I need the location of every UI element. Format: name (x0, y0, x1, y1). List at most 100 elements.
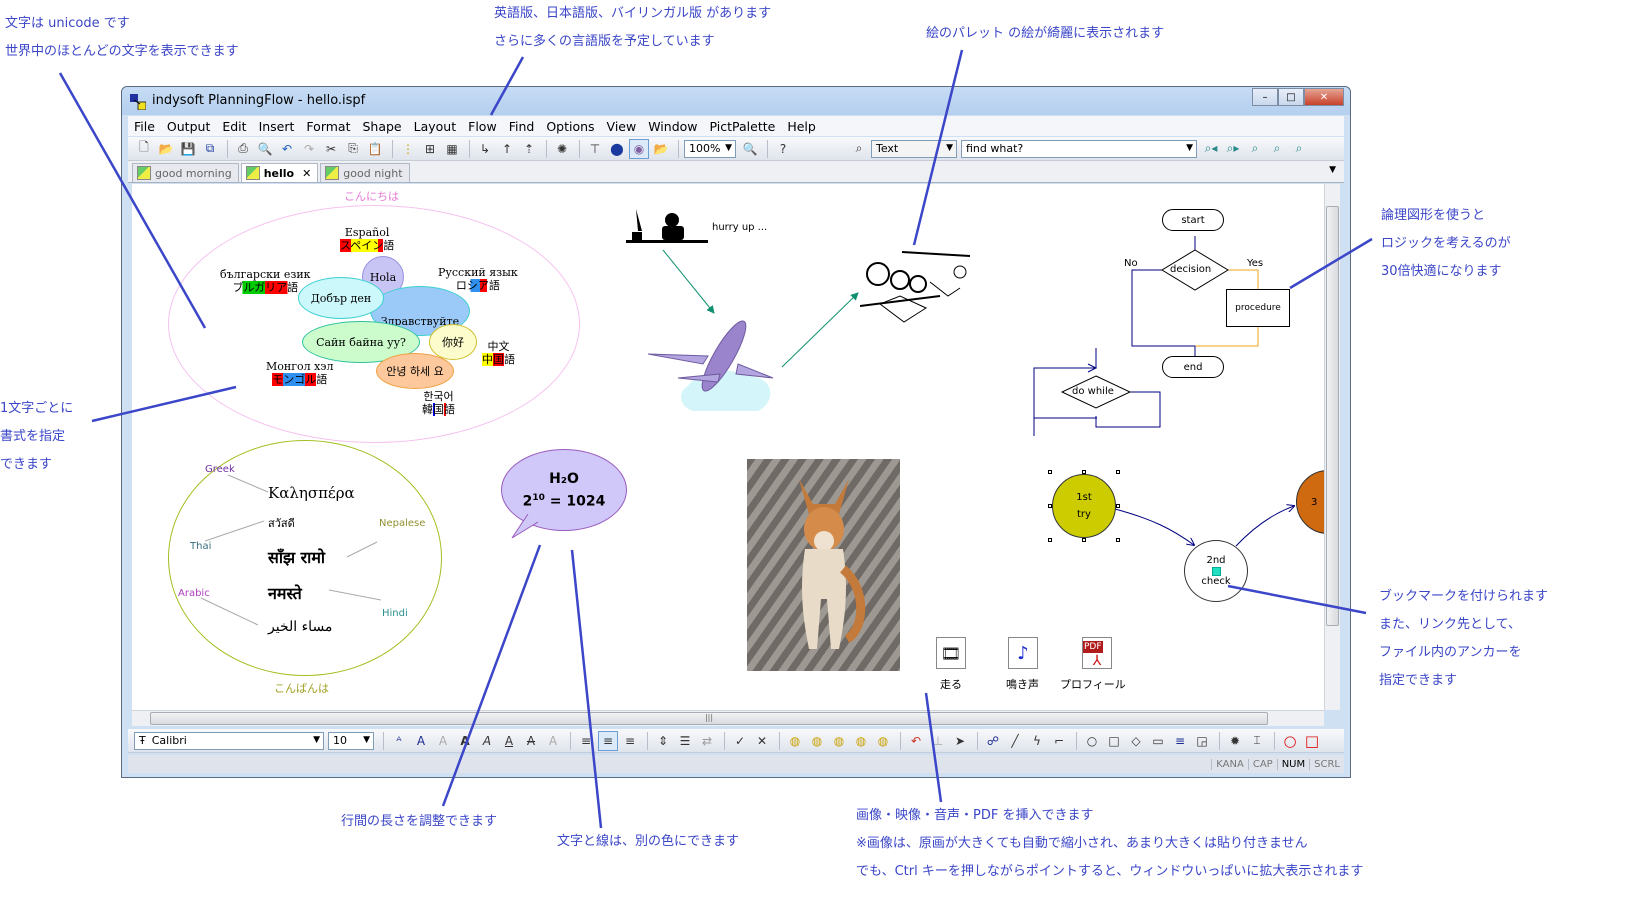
menu-file[interactable]: File (134, 119, 155, 134)
line-style-icon[interactable]: ☰ (675, 731, 695, 751)
node-2nd-check[interactable]: 2nd check (1184, 540, 1248, 602)
find-all-icon[interactable]: ⌕ (1245, 139, 1265, 159)
flow-procedure[interactable]: procedure (1226, 289, 1290, 327)
menu-find[interactable]: Find (509, 119, 535, 134)
bookmark-icon[interactable] (1211, 566, 1221, 576)
elbow-line-icon[interactable]: ⌐ (1049, 731, 1069, 751)
airplane-picture-icon[interactable] (648, 316, 780, 416)
open-icon[interactable]: 📂 (156, 139, 176, 159)
menu-help[interactable]: Help (787, 119, 816, 134)
explode-icon[interactable]: ✺ (552, 139, 572, 159)
underline-icon[interactable]: A (499, 731, 519, 751)
text-color-icon[interactable]: ◍ (785, 731, 805, 751)
film-file-icon[interactable]: 🎞 (936, 637, 966, 669)
flow-decision-label[interactable]: decision (1170, 264, 1211, 275)
zoom-in-icon[interactable]: 🔍 (740, 139, 760, 159)
cut-icon[interactable]: ✂ (321, 139, 341, 159)
link-undo-icon[interactable]: ↶ (906, 731, 926, 751)
line-spacing-icon[interactable]: ⇕ (653, 731, 673, 751)
font-shrink-icon[interactable]: ᴬ (389, 731, 409, 751)
font-size-select[interactable]: 10 ▼ (328, 731, 374, 750)
abc-icon[interactable]: ⬤ (607, 139, 627, 159)
strikethrough-icon[interactable]: A (521, 731, 541, 751)
menu-window[interactable]: Window (648, 119, 697, 134)
italic-icon[interactable]: A (477, 731, 497, 751)
menu-flow[interactable]: Flow (468, 119, 497, 134)
superscript-icon[interactable]: A (543, 731, 563, 751)
find-options-icon[interactable]: ⌕ (1289, 139, 1309, 159)
find-previous-icon[interactable]: ⌕◂ (1201, 139, 1221, 159)
menu-options[interactable]: Options (546, 119, 594, 134)
align-left-icon[interactable]: ≡ (576, 731, 596, 751)
rectangle-shape-icon[interactable]: □ (1104, 731, 1124, 751)
maximize-button[interactable]: □ (1278, 88, 1304, 106)
minimize-button[interactable]: – (1252, 88, 1278, 106)
find-next-icon[interactable]: ⌕▸ (1223, 139, 1243, 159)
text-bg-color-icon[interactable]: ◍ (807, 731, 827, 751)
menu-view[interactable]: View (607, 119, 637, 134)
line-color-icon[interactable]: ◍ (829, 731, 849, 751)
font-reset-icon[interactable]: A (433, 731, 453, 751)
red-circle-icon[interactable]: ○ (1280, 731, 1300, 751)
diamond-shape-icon[interactable]: ◇ (1126, 731, 1146, 751)
selection-handles[interactable] (1048, 470, 1120, 542)
music-file-icon[interactable]: ♪ (1008, 637, 1038, 669)
flow-right-icon[interactable]: ↳ (475, 139, 495, 159)
bars-shape-icon[interactable]: ▭ (1148, 731, 1168, 751)
search-type-select[interactable]: Text ▼ (871, 139, 957, 158)
vertical-scroll-thumb[interactable] (1326, 206, 1339, 626)
cross-icon[interactable]: ✕ (752, 731, 772, 751)
drawing-canvas[interactable]: こんにちは Hola Здравствуйте Добър ден Сайн б… (132, 184, 1324, 710)
find-icon[interactable]: ⌕ (849, 139, 869, 159)
distribute-icon[interactable]: ⊞ (420, 139, 440, 159)
ellipse-shape-icon[interactable]: ○ (1082, 731, 1102, 751)
connector-icon[interactable]: ☍ (983, 731, 1003, 751)
menu-shape[interactable]: Shape (362, 119, 401, 134)
flow-up-icon[interactable]: ↑ (497, 139, 517, 159)
align-center-icon[interactable]: ≡ (598, 730, 618, 751)
tab-good-morning[interactable]: good morning (132, 163, 239, 182)
close-button[interactable]: ✕ (1304, 88, 1344, 106)
find-bookmark-icon[interactable]: ⌕ (1267, 139, 1287, 159)
folder-tools-icon[interactable]: 📂 (651, 139, 671, 159)
copy-icon[interactable]: ⎘ (343, 139, 363, 159)
align-vertical-icon[interactable]: ⋮ (398, 139, 418, 159)
print-preview-icon[interactable]: 🔍 (255, 139, 275, 159)
zigzag-line-icon[interactable]: ϟ (1027, 731, 1047, 751)
horizontal-scrollbar[interactable]: ||| (132, 710, 1324, 726)
menu-layout[interactable]: Layout (414, 119, 457, 134)
undo-icon[interactable]: ↶ (277, 139, 297, 159)
paste-icon[interactable]: 📋 (365, 139, 385, 159)
menu-format[interactable]: Format (306, 119, 350, 134)
horizontal-scroll-thumb[interactable]: ||| (150, 712, 1268, 725)
tab-list-chevron-icon[interactable]: ▼ (1329, 165, 1336, 175)
bold-icon[interactable]: A (455, 731, 475, 751)
pdf-file-icon[interactable]: PDF ⅄ (1082, 637, 1112, 669)
search-input[interactable]: find what? ▼ (961, 139, 1197, 158)
meeting-sketch-icon[interactable] (860, 246, 972, 328)
menu-edit[interactable]: Edit (222, 119, 246, 134)
print-icon[interactable]: ⎙ (233, 139, 253, 159)
red-rectangle-icon[interactable]: □ (1302, 731, 1322, 751)
new-icon[interactable]: 🗋 (134, 139, 154, 159)
vertical-scrollbar[interactable] (1324, 184, 1340, 710)
swap-icon[interactable]: ⇄ (697, 731, 717, 751)
flow-up-left-icon[interactable]: ⇡ (519, 139, 539, 159)
pointer-link-icon[interactable]: ➤ (950, 731, 970, 751)
help-pointer-icon[interactable]: ? (773, 139, 793, 159)
save-icon[interactable]: 💾 (178, 139, 198, 159)
fill-color-icon[interactable]: ◍ (851, 731, 871, 751)
check-icon[interactable]: ✓ (730, 731, 750, 751)
tree-icon[interactable]: ⊤ (585, 139, 605, 159)
stamp-icon[interactable]: ⊥ (928, 731, 948, 751)
grid-icon[interactable]: ▦ (442, 139, 462, 159)
tab-close-icon[interactable]: ✕ (302, 167, 311, 180)
flow-loop-label[interactable]: do while (1072, 386, 1114, 397)
menu-output[interactable]: Output (167, 119, 210, 134)
worker-pictogram-icon[interactable] (626, 206, 708, 246)
tab-hello[interactable]: hello ✕ (240, 163, 319, 182)
save-all-icon[interactable]: ⧉ (200, 139, 220, 159)
color-reset-icon[interactable]: ◍ (873, 731, 893, 751)
menu-pictpalette[interactable]: PictPalette (710, 119, 776, 134)
flow-start[interactable]: start (1162, 209, 1224, 231)
